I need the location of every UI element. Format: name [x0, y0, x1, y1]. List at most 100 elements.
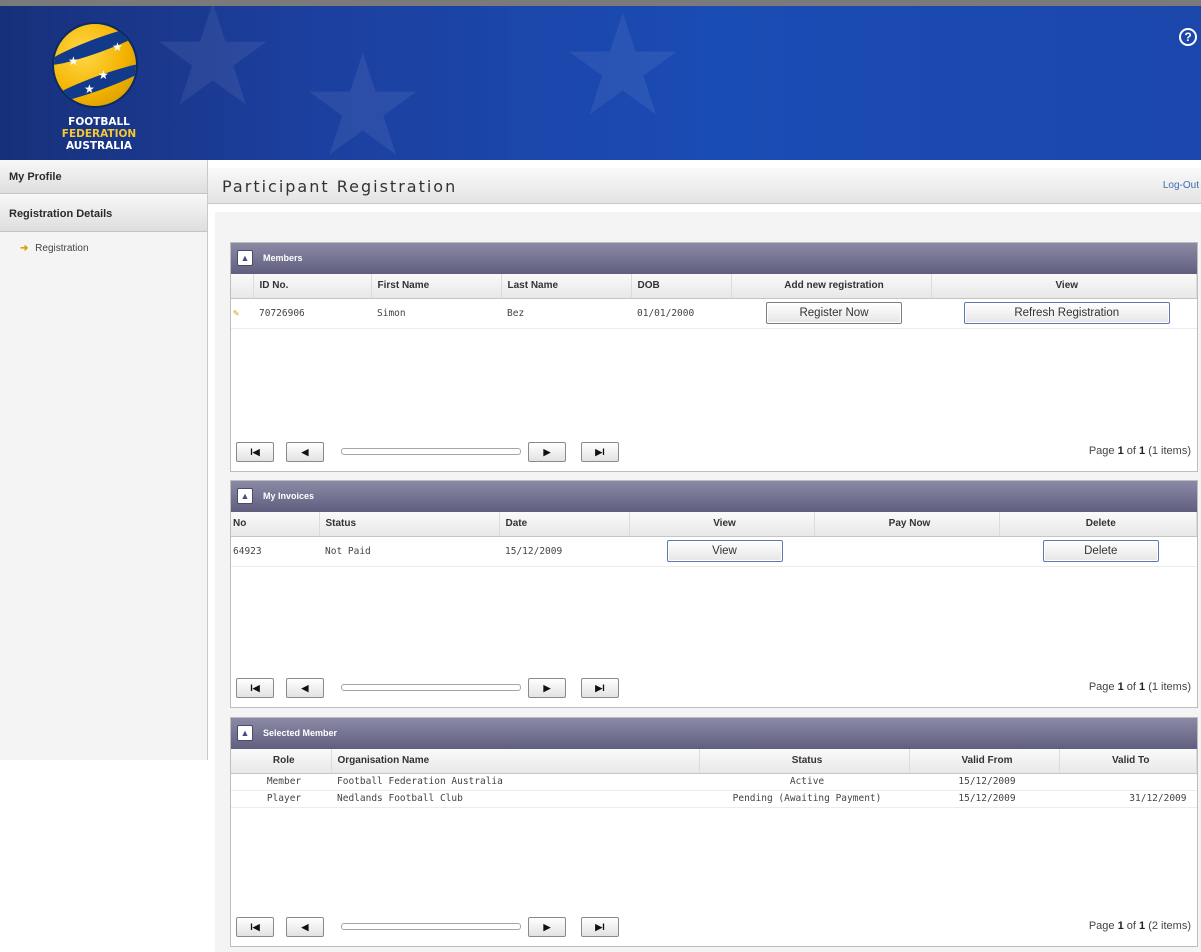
cell-status: Pending (Awaiting Payment): [699, 790, 909, 808]
cell-id: 70726906: [253, 298, 371, 329]
sidebar-section-my-profile[interactable]: My Profile: [0, 160, 207, 194]
members-panel: ▲ Members ID No. First Name Last Name DO…: [230, 242, 1198, 472]
refresh-registration-button[interactable]: Refresh Registration: [963, 302, 1170, 324]
column-header: Add new registration: [731, 274, 932, 299]
page-titlebar: Participant Registration Log-Out: [208, 168, 1201, 204]
sidebar-section-label: Registration Details: [9, 208, 113, 220]
panel-header: ▲ Selected Member: [231, 718, 1197, 749]
sidebar-item-label: Registration: [35, 243, 89, 254]
collapse-icon[interactable]: ▲: [237, 250, 253, 266]
cell-valid-from: 15/12/2009: [909, 773, 1059, 791]
cell-view: View: [629, 536, 814, 567]
cell-add-registration: Register Now: [731, 298, 931, 329]
panel-title: Selected Member: [263, 728, 338, 738]
next-page-button[interactable]: ▶: [528, 678, 566, 698]
page-info: Page 1 of 1 (1 items): [1088, 681, 1191, 693]
column-header: Last Name: [501, 274, 632, 299]
column-header-spacer: [231, 274, 254, 299]
ffa-logo: ★ ★ ★ ★ FOOTBALL FEDERATION AUSTRALIA: [44, 22, 154, 160]
cell-role: Player: [231, 790, 331, 808]
register-now-button[interactable]: Register Now: [766, 302, 902, 324]
cell-organisation: Nedlands Football Club: [331, 790, 699, 808]
column-header: View: [629, 512, 815, 537]
logo-ball-icon: ★ ★ ★ ★: [52, 22, 138, 108]
prev-page-button[interactable]: ◀: [286, 678, 324, 698]
view-invoice-button[interactable]: View: [666, 540, 783, 562]
page-slider[interactable]: [341, 448, 521, 455]
delete-invoice-button[interactable]: Delete: [1042, 540, 1159, 562]
collapse-icon[interactable]: ▲: [237, 725, 253, 741]
selected-member-panel: ▲ Selected Member Role Organisation Name…: [230, 717, 1198, 947]
cell-valid-from: 15/12/2009: [909, 790, 1059, 808]
cell-pay-now: [814, 536, 999, 567]
panel-title: Members: [263, 253, 303, 263]
next-page-button[interactable]: ▶: [528, 442, 566, 462]
logout-link[interactable]: Log-Out: [1163, 180, 1199, 191]
column-header: No: [231, 512, 320, 537]
collapse-icon[interactable]: ▲: [237, 488, 253, 504]
table-row: 64923 Not Paid 15/12/2009 View Delete: [231, 536, 1197, 567]
column-header: Delete: [999, 512, 1197, 537]
sidebar-item-registration[interactable]: ➜ Registration: [0, 232, 207, 254]
column-header: DOB: [631, 274, 732, 299]
members-pager: I◀ ◀ ▶ ▶I Page 1 of 1 (1 items): [231, 435, 1197, 471]
column-header: Date: [499, 512, 630, 537]
panel-title: My Invoices: [263, 491, 315, 501]
last-page-button[interactable]: ▶I: [581, 917, 619, 937]
cell-first-name: Simon: [371, 298, 501, 329]
column-header: Valid To: [1059, 749, 1197, 774]
prev-page-button[interactable]: ◀: [286, 917, 324, 937]
pencil-icon[interactable]: ✎: [233, 308, 239, 319]
sidebar-section-label: My Profile: [9, 171, 62, 183]
column-header: View: [931, 274, 1197, 299]
column-header: Valid From: [909, 749, 1060, 774]
cell-view: Refresh Registration: [931, 298, 1197, 329]
column-header: Status: [699, 749, 910, 774]
cell-invoice-no: 64923: [231, 536, 319, 567]
prev-page-button[interactable]: ◀: [286, 442, 324, 462]
page-slider[interactable]: [341, 923, 521, 930]
column-header: First Name: [371, 274, 502, 299]
page-slider[interactable]: [341, 684, 521, 691]
sidebar-section-registration-details[interactable]: Registration Details: [0, 194, 207, 232]
star-decoration: ★: [150, 0, 276, 134]
table-row: Player Nedlands Football Club Pending (A…: [231, 790, 1197, 808]
panel-header: ▲ Members: [231, 243, 1197, 274]
column-header: Organisation Name: [331, 749, 700, 774]
cell-delete: Delete: [999, 536, 1197, 567]
column-header: ID No.: [253, 274, 372, 299]
first-page-button[interactable]: I◀: [236, 678, 274, 698]
column-header: Role: [231, 749, 332, 774]
cell-valid-to: [1059, 773, 1197, 791]
cell-status: Active: [699, 773, 909, 791]
left-sidebar: My Profile Registration Details ➜ Regist…: [0, 160, 208, 760]
last-page-button[interactable]: ▶I: [581, 442, 619, 462]
table-row: Member Football Federation Australia Act…: [231, 773, 1197, 791]
cell-status: Not Paid: [319, 536, 499, 567]
edit-cell: ✎: [231, 298, 253, 329]
arrow-icon: ➜: [20, 243, 29, 254]
column-header: Pay Now: [814, 512, 1000, 537]
members-table: ID No. First Name Last Name DOB Add new …: [231, 274, 1197, 329]
page-info: Page 1 of 1 (1 items): [1088, 445, 1191, 457]
main-content: ▲ Members ID No. First Name Last Name DO…: [215, 212, 1201, 952]
cell-valid-to: 31/12/2009: [1059, 790, 1197, 808]
last-page-button[interactable]: ▶I: [581, 678, 619, 698]
cell-organisation: Football Federation Australia: [331, 773, 699, 791]
next-page-button[interactable]: ▶: [528, 917, 566, 937]
selected-member-pager: I◀ ◀ ▶ ▶I Page 1 of 1 (2 items): [231, 910, 1197, 946]
table-row: ✎ 70726906 Simon Bez 01/01/2000 Register…: [231, 298, 1197, 329]
help-icon[interactable]: ?: [1179, 28, 1197, 46]
invoices-pager: I◀ ◀ ▶ ▶I Page 1 of 1 (1 items): [231, 671, 1197, 707]
column-header: Status: [319, 512, 500, 537]
page-info: Page 1 of 1 (2 items): [1088, 920, 1191, 932]
cell-role: Member: [231, 773, 331, 791]
first-page-button[interactable]: I◀: [236, 917, 274, 937]
invoices-table: No Status Date View Pay Now Delete 64923…: [231, 512, 1197, 567]
page-title: Participant Registration: [222, 177, 458, 196]
panel-header: ▲ My Invoices: [231, 481, 1197, 512]
star-decoration: ★: [300, 27, 426, 161]
invoices-panel: ▲ My Invoices No Status Date View Pay No…: [230, 480, 1198, 708]
cell-last-name: Bez: [501, 298, 631, 329]
first-page-button[interactable]: I◀: [236, 442, 274, 462]
